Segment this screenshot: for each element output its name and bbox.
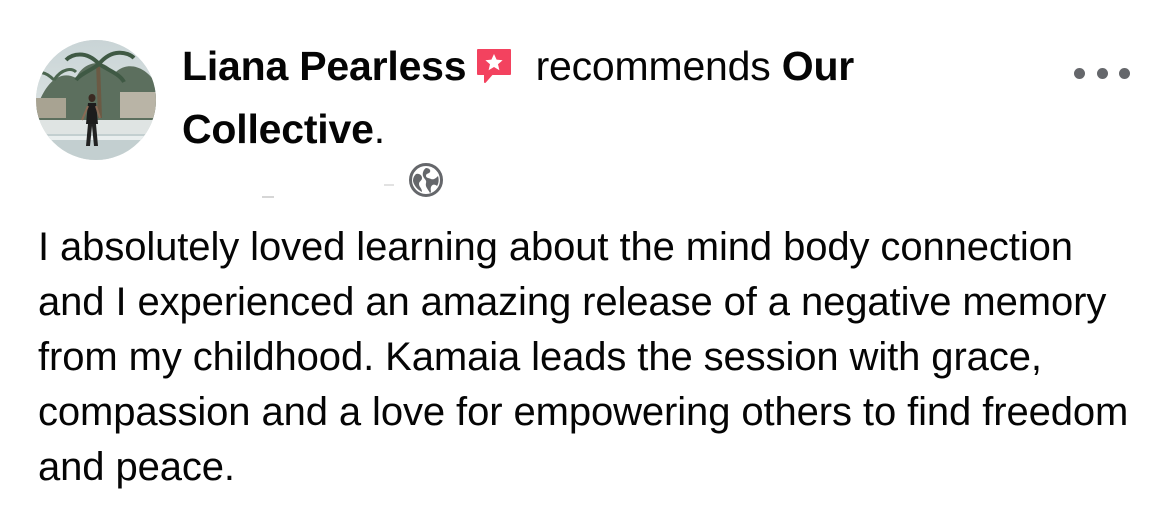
recommendation-post: Liana Pearless recommends Our Collective… [0, 0, 1170, 530]
header-period: . [373, 106, 385, 152]
post-header: Liana Pearless recommends Our Collective… [182, 38, 982, 158]
more-options-icon-dot [1119, 67, 1130, 79]
meta-divider [384, 184, 394, 186]
recommends-text: recommends [524, 43, 782, 89]
avatar-photo [36, 40, 156, 160]
globe-icon[interactable] [408, 162, 444, 198]
author-name[interactable]: Liana Pearless [182, 43, 467, 89]
post-body: I absolutely loved learning about the mi… [38, 225, 1129, 489]
more-options-icon-dot [1096, 67, 1108, 79]
more-options-icon [1074, 67, 1085, 79]
author-avatar[interactable] [36, 40, 156, 160]
more-options-button[interactable] [1074, 58, 1130, 88]
meta-divider [262, 196, 274, 198]
post-meta [262, 162, 462, 202]
recommendation-star-icon [474, 44, 514, 101]
